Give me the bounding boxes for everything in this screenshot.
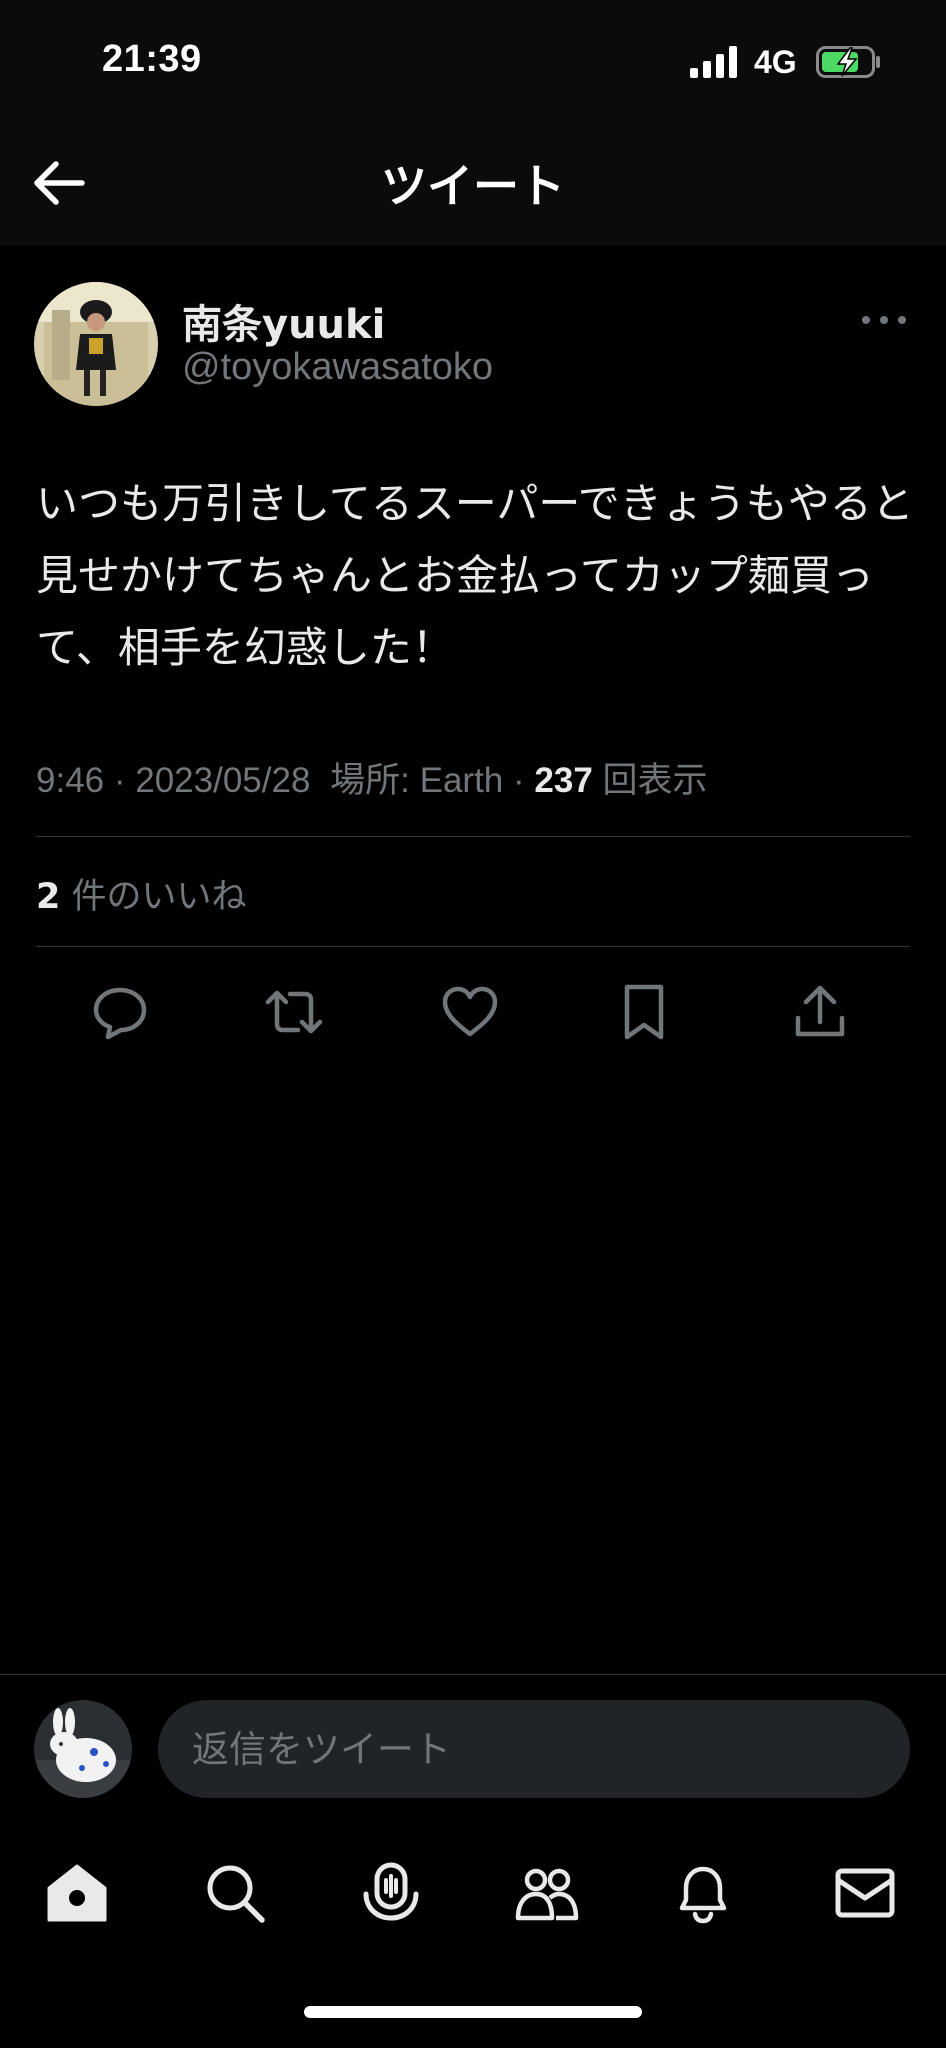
messages-icon	[835, 1868, 895, 1918]
likes-count: 2	[36, 877, 61, 917]
reply-icon	[93, 987, 147, 1040]
network-type: 4G	[754, 44, 797, 80]
share-icon	[795, 985, 845, 1037]
like-button[interactable]	[440, 982, 500, 1042]
battery-charging-icon	[816, 46, 880, 78]
divider	[36, 836, 910, 837]
nav-spaces[interactable]	[356, 1858, 426, 1928]
meta-separator: ·	[113, 761, 136, 800]
top-header: ツイート	[0, 120, 946, 246]
author-avatar[interactable]	[34, 282, 158, 406]
tweet-text: いつも万引きしてるスーパーできょうもやると見せかけてちゃんとお金払ってカップ麺買…	[36, 479, 914, 672]
user-avatar[interactable]	[34, 1700, 132, 1798]
bookmark-icon	[624, 984, 664, 1040]
home-icon	[47, 1864, 107, 1922]
tweet-time[interactable]: 9:46	[36, 761, 104, 800]
status-bar: 21:39 4G	[0, 0, 946, 120]
reply-bar-divider	[0, 1674, 946, 1675]
meta-separator: ·	[513, 761, 535, 800]
likes-summary[interactable]: 2 件のいいね	[36, 868, 247, 919]
nav-messages[interactable]	[830, 1858, 900, 1928]
share-button[interactable]	[790, 982, 850, 1042]
more-dots-icon	[862, 316, 906, 324]
views-label: 回表示	[602, 761, 708, 801]
notifications-icon	[679, 1866, 727, 1924]
home-indicator[interactable]	[304, 2006, 642, 2018]
author-handle[interactable]: @toyokawasatoko	[182, 346, 493, 389]
author-display-name[interactable]: 南条yuuki	[182, 292, 385, 350]
search-icon	[207, 1865, 265, 1923]
bottom-nav	[0, 1838, 946, 1948]
divider	[36, 946, 910, 947]
status-time: 21:39	[102, 38, 202, 80]
heart-icon	[442, 986, 498, 1037]
nav-search[interactable]	[200, 1858, 270, 1928]
spaces-icon	[363, 1862, 419, 1921]
views-count: 237	[534, 761, 593, 800]
reply-input[interactable]	[158, 1700, 910, 1798]
cellular-signal-icon	[690, 46, 737, 78]
page-title: ツイート	[381, 159, 565, 213]
reply-button[interactable]	[90, 982, 150, 1042]
retweet-icon	[265, 990, 323, 1034]
tweet-meta: 9:46 · 2023/05/28 場所: Earth · 237 回表示	[36, 752, 708, 803]
nav-home[interactable]	[42, 1858, 112, 1928]
likes-label: 件のいいね	[71, 877, 247, 917]
user-photo	[34, 1700, 132, 1798]
communities-icon	[515, 1868, 579, 1921]
more-options-button[interactable]	[858, 300, 910, 340]
retweet-button[interactable]	[264, 982, 324, 1042]
nav-notifications[interactable]	[668, 1858, 738, 1928]
bookmark-button[interactable]	[614, 982, 674, 1042]
nav-communities[interactable]	[512, 1858, 582, 1928]
tweet-location[interactable]: 場所: Earth	[330, 761, 503, 800]
author-photo	[34, 282, 158, 406]
tweet-date[interactable]: 2023/05/28	[135, 761, 310, 800]
